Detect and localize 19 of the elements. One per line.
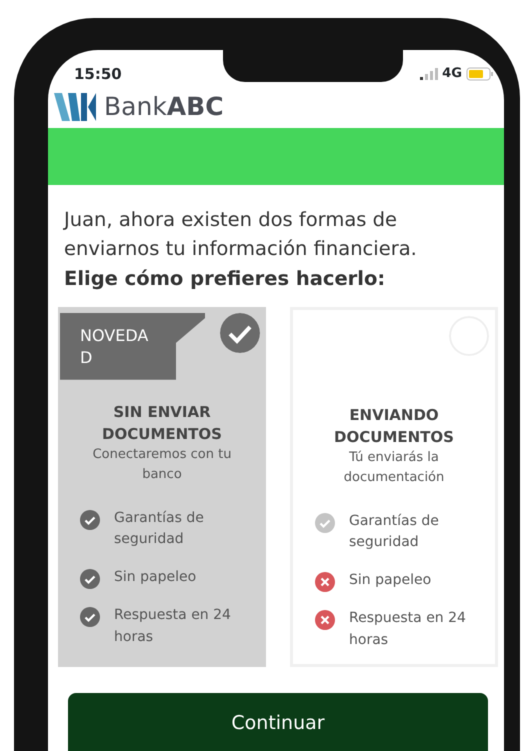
option-title: ENVIANDO DOCUMENTOS [333, 404, 455, 448]
option-card[interactable]: ENVIANDO DOCUMENTOS Tú enviarás la documentación Garantías de seguridad Sin papeleo Respuesta en 24 horas [290, 306, 498, 667]
feature-label: Sin papeleo [349, 570, 432, 590]
feature-label: Respuesta en 24 horas [349, 608, 467, 650]
feature-label: Garantías de seguridad [349, 512, 440, 552]
prompt-text: Elige cómo prefieres hacerlo: [63, 266, 386, 292]
intro-text: Juan, ahora existen dos formas de enviarnos tu información financiera. [62, 207, 418, 262]
option-card[interactable]: NOVEDA D SIN ENVIAR DOCUMENTOS Conectaremos con tu banco Garantías de seguridad Sin papeleo Respuesta en 24 horas [58, 306, 266, 667]
network-label: 4G [442, 65, 462, 84]
feature-label: Respuesta en 24 horas [114, 606, 232, 647]
feature-label: Sin papeleo [114, 568, 196, 587]
continue-button[interactable]: Continuar [68, 692, 488, 751]
option-title: SIN ENVIAR DOCUMENTOS [101, 402, 223, 444]
feature-label: Garantías de seguridad [114, 508, 205, 550]
option-subtitle: Tú enviarás la documentación [342, 449, 446, 488]
new-badge: NOVEDA D [60, 312, 205, 380]
option-subtitle: Conectaremos con tu banco [92, 446, 232, 484]
status-time: 15:50 [74, 64, 122, 85]
brand-name: BankABC [104, 91, 224, 124]
